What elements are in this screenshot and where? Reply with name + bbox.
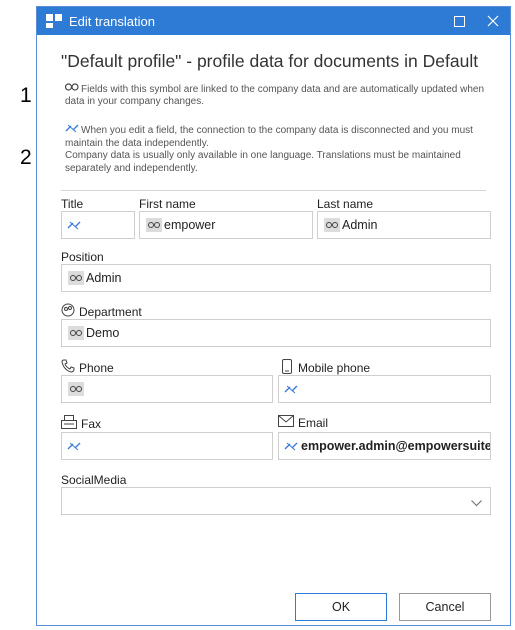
first-name-field[interactable]: empower bbox=[139, 211, 313, 239]
email-label: Email bbox=[298, 415, 329, 430]
position-label: Position bbox=[61, 250, 104, 264]
titlebar: Edit translation bbox=[37, 7, 510, 35]
ok-button[interactable]: OK bbox=[295, 593, 387, 621]
last-name-value: Admin bbox=[342, 218, 378, 232]
cancel-button[interactable]: Cancel bbox=[399, 593, 491, 621]
last-name-label: Last name bbox=[317, 197, 374, 211]
edit-translation-dialog: Edit translation "Default profile" - pro… bbox=[36, 6, 511, 626]
mobile-field[interactable] bbox=[278, 375, 491, 403]
email-value: empower.admin@empowersuite bbox=[301, 439, 491, 453]
first-name-value: empower bbox=[164, 218, 216, 232]
phone-label-row: Phone bbox=[61, 359, 114, 376]
broken-link-icon bbox=[283, 381, 299, 397]
link-icon bbox=[68, 382, 84, 396]
linked-info: Fields with this symbol are linked to th… bbox=[64, 83, 485, 109]
fax-label: Fax bbox=[81, 416, 102, 431]
divider bbox=[61, 190, 486, 191]
fax-label-row: Fax bbox=[61, 415, 101, 432]
edit-info-text: When you edit a field, the connection to… bbox=[65, 124, 473, 149]
window-title: Edit translation bbox=[69, 13, 155, 29]
fax-icon bbox=[61, 415, 77, 432]
edit-info: When you edit a field, the connection to… bbox=[65, 123, 501, 175]
email-icon bbox=[278, 415, 294, 430]
phone-field[interactable] bbox=[61, 375, 273, 403]
position-value: Admin bbox=[86, 271, 122, 285]
link-icon bbox=[68, 326, 84, 340]
app-icon bbox=[45, 12, 63, 30]
department-label-row: Department bbox=[61, 303, 142, 320]
linked-info-text: Fields with this symbol are linked to th… bbox=[65, 83, 485, 108]
mobile-label: Mobile phone bbox=[298, 361, 371, 375]
broken-link-icon bbox=[283, 438, 299, 454]
fax-field[interactable] bbox=[61, 432, 273, 460]
title-field[interactable] bbox=[61, 211, 135, 239]
broken-link-icon bbox=[65, 123, 79, 138]
position-field[interactable]: Admin bbox=[61, 264, 491, 292]
first-name-label: First name bbox=[139, 197, 196, 211]
department-field[interactable]: Demo bbox=[61, 319, 491, 347]
link-icon bbox=[146, 218, 162, 232]
department-label: Department bbox=[79, 304, 142, 319]
email-field[interactable]: empower.admin@empowersuite bbox=[278, 432, 491, 460]
social-media-select[interactable] bbox=[61, 487, 491, 515]
restore-icon[interactable] bbox=[442, 7, 476, 35]
last-name-field[interactable]: Admin bbox=[317, 211, 491, 239]
email-label-row: Email bbox=[278, 415, 328, 430]
page-title: "Default profile" - profile data for doc… bbox=[61, 51, 479, 71]
chevron-down-icon bbox=[471, 496, 482, 510]
link-icon bbox=[64, 83, 79, 96]
phone-label: Phone bbox=[79, 360, 114, 375]
link-icon bbox=[324, 218, 340, 232]
broken-link-icon bbox=[66, 217, 82, 233]
annotation-1: 1 bbox=[20, 84, 32, 107]
department-value: Demo bbox=[86, 326, 120, 340]
title-label: Title bbox=[61, 197, 84, 211]
social-media-label: SocialMedia bbox=[61, 473, 127, 487]
broken-link-icon bbox=[66, 438, 82, 454]
phone-icon bbox=[61, 359, 75, 376]
department-icon bbox=[61, 303, 75, 320]
translation-info-text: Company data is usually only available i… bbox=[65, 150, 461, 174]
close-icon[interactable] bbox=[476, 7, 510, 35]
annotation-2: 2 bbox=[20, 146, 32, 169]
link-icon bbox=[68, 271, 84, 285]
